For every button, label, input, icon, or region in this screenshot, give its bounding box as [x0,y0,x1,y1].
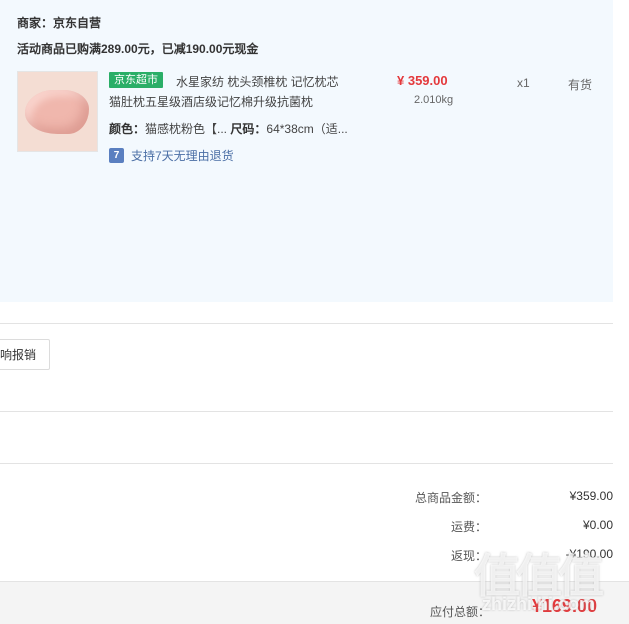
size-label: 尺码： [230,122,267,136]
product-thumbnail[interactable] [17,71,98,152]
pillow-image [25,90,89,134]
shipping-value: ¥0.00 [582,518,613,532]
jd-supermarket-badge: 京东超市 [109,72,163,88]
goods-total-value: ¥359.00 [569,489,613,503]
divider [0,411,613,412]
watermark-url: zhizhi.hi.com [482,594,596,614]
color-label: 颜色： [109,122,146,136]
return-policy-text: 支持7天无理由退货 [131,149,234,163]
reimburse-button-label: 影响报销 [0,348,36,362]
promo-text: 活动商品已购满289.00元，已减190.00元现金 [17,42,259,56]
product-title-line2[interactable]: 猫肚枕五星级酒店级记忆棉升级抗菌枕 [109,93,313,110]
goods-total-label: 总商品金额： [414,491,487,505]
product-price: ¥ 359.00 [397,73,448,88]
seven-day-return-icon: 7 [109,148,124,163]
stock-status: 有货 [568,78,593,92]
shipping-label: 运费： [450,520,487,534]
color-value: 猫感枕粉色【... [145,122,228,136]
order-item-panel: 商家：京东自营 活动商品已购满289.00元，已减190.00元现金 京东超市 … [0,0,613,302]
size-value: 64*38cm（适... [266,122,348,136]
product-attributes: 颜色：猫感枕粉色【... 尺码：64*38cm（适... [109,120,348,137]
divider [0,463,613,464]
product-weight: 2.010kg [414,94,454,106]
merchant-name: 商家：京东自营 [17,16,102,30]
return-policy[interactable]: 7 支持7天无理由退货 [109,147,234,164]
reimburse-button[interactable]: 影响报销 [0,339,50,370]
rebate-label: 返现： [450,549,487,563]
product-quantity: x1 [517,76,530,90]
divider [0,323,613,324]
product-title-line1[interactable]: 水星家纺 枕头颈椎枕 记忆枕芯 [176,73,339,90]
